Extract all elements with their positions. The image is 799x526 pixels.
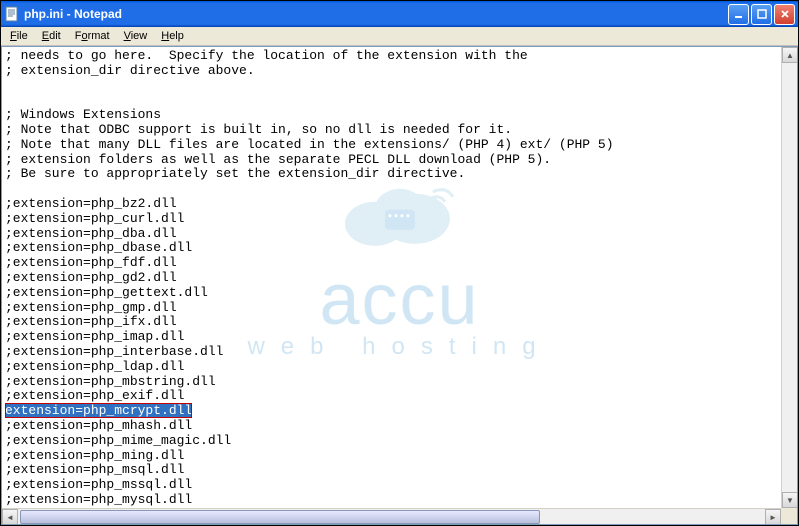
scroll-corner	[781, 508, 797, 524]
scrollbar-vertical[interactable]: ▲ ▼	[781, 47, 797, 508]
scroll-up-button[interactable]: ▲	[782, 47, 798, 63]
menu-format[interactable]: Format	[68, 28, 117, 44]
minimize-button[interactable]	[728, 4, 749, 25]
notepad-window: php.ini - Notepad File Edit Format View …	[0, 0, 799, 526]
maximize-button[interactable]	[751, 4, 772, 25]
window-title: php.ini - Notepad	[24, 7, 728, 21]
scroll-thumb-horizontal[interactable]	[20, 510, 540, 524]
menu-edit[interactable]: Edit	[35, 28, 68, 44]
editor-text[interactable]: ; needs to go here. Specify the location…	[2, 47, 797, 525]
notepad-icon	[4, 6, 20, 22]
menu-view[interactable]: View	[117, 28, 155, 44]
window-controls	[728, 4, 795, 25]
text-area[interactable]: accu web hosting ; needs to go here. Spe…	[1, 46, 798, 525]
scrollbar-horizontal[interactable]: ◄ ►	[2, 508, 781, 524]
scroll-right-button[interactable]: ►	[765, 509, 781, 525]
titlebar[interactable]: php.ini - Notepad	[1, 1, 798, 27]
selected-line[interactable]: extension=php_mcrypt.dll	[5, 403, 192, 418]
close-button[interactable]	[774, 4, 795, 25]
menu-file[interactable]: File	[3, 28, 35, 44]
scroll-down-button[interactable]: ▼	[782, 492, 798, 508]
menu-help[interactable]: Help	[154, 28, 191, 44]
scroll-left-button[interactable]: ◄	[2, 509, 18, 525]
menubar: File Edit Format View Help	[1, 27, 798, 46]
